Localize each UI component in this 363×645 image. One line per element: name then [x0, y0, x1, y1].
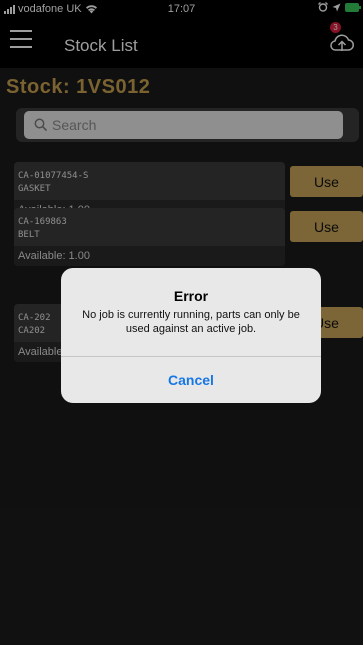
error-alert-dialog: Error No job is currently running, parts… [61, 268, 321, 403]
stock-list-screen: vodafone UK 17:07 Stock List 3 Stock: 1V… [0, 0, 363, 645]
alert-title: Error [173, 288, 209, 304]
cancel-button[interactable]: Cancel [61, 357, 321, 403]
alert-message: No job is currently running, parts can o… [82, 309, 300, 335]
